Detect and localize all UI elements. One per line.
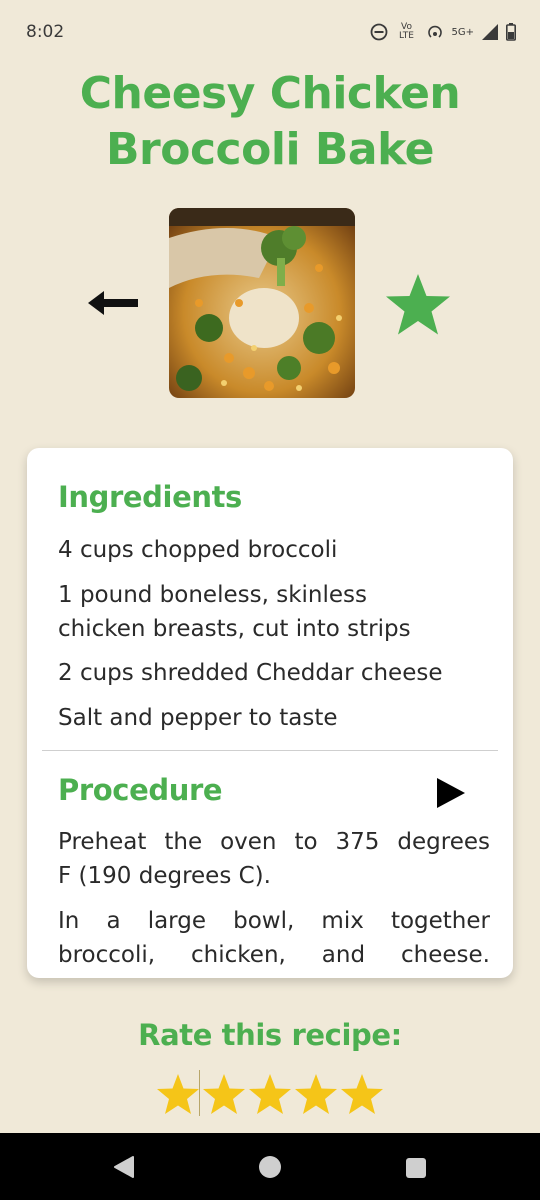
section-divider [42,750,498,751]
recipe-card[interactable]: Ingredients 4 cups chopped broccoli 1 po… [27,448,513,978]
hotspot-icon [427,25,442,38]
network-type-label: 5G+ [451,26,475,38]
ingredient-item: 2 cups shredded Cheddar cheese [58,660,443,686]
recipe-title-line-2: Broccoli Bake [106,124,435,175]
rating-cursor-divider [199,1070,200,1116]
procedure-step-line: In a large bowl, mix together [58,908,490,934]
rating-bar[interactable] [155,1072,385,1116]
ingredient-item: Salt and pepper to taste [58,705,338,731]
status-icons: Vo LTE 5G+ [370,23,517,41]
status-time: 8:02 [26,22,65,42]
procedure-step-line: broccoli, chicken, and cheese. [58,942,490,968]
rating-star-3-icon[interactable] [247,1072,293,1116]
recipe-title: Cheesy Chicken Broccoli Bake [0,66,540,178]
rating-star-2-icon[interactable] [201,1072,247,1116]
ingredient-item: 1 pound boneless, skinless [58,582,367,608]
battery-icon [506,23,516,41]
procedure-step-line: Preheat the oven to 375 degrees [58,829,490,855]
signal-icon [482,24,498,40]
nav-back-icon[interactable] [112,1155,136,1179]
volte-icon: Vo LTE [399,22,414,41]
ingredient-item: 4 cups chopped broccoli [58,537,338,563]
do-not-disturb-icon [370,23,387,41]
nav-recents-icon[interactable] [405,1157,427,1179]
favorite-star-icon[interactable] [384,272,452,338]
nav-home-icon[interactable] [258,1155,282,1179]
play-icon[interactable] [435,776,467,810]
rating-star-4-icon[interactable] [293,1072,339,1116]
rate-prompt: Rate this recipe: [138,1018,402,1052]
back-arrow-icon[interactable] [86,286,140,320]
rating-star-1-icon[interactable] [155,1072,201,1116]
system-nav-bar [0,1133,540,1200]
recipe-title-line-1: Cheesy Chicken [79,68,461,119]
procedure-step-line: F (190 degrees C). [58,863,271,889]
ingredients-heading: Ingredients [58,480,242,514]
recipe-image [169,208,355,398]
procedure-heading: Procedure [58,773,223,807]
status-bar: 8:02 Vo LTE 5G+ [0,0,540,64]
ingredient-item-continued: chicken breasts, cut into strips [58,616,411,642]
rating-star-5-icon[interactable] [339,1072,385,1116]
casserole-illustration [169,208,355,398]
